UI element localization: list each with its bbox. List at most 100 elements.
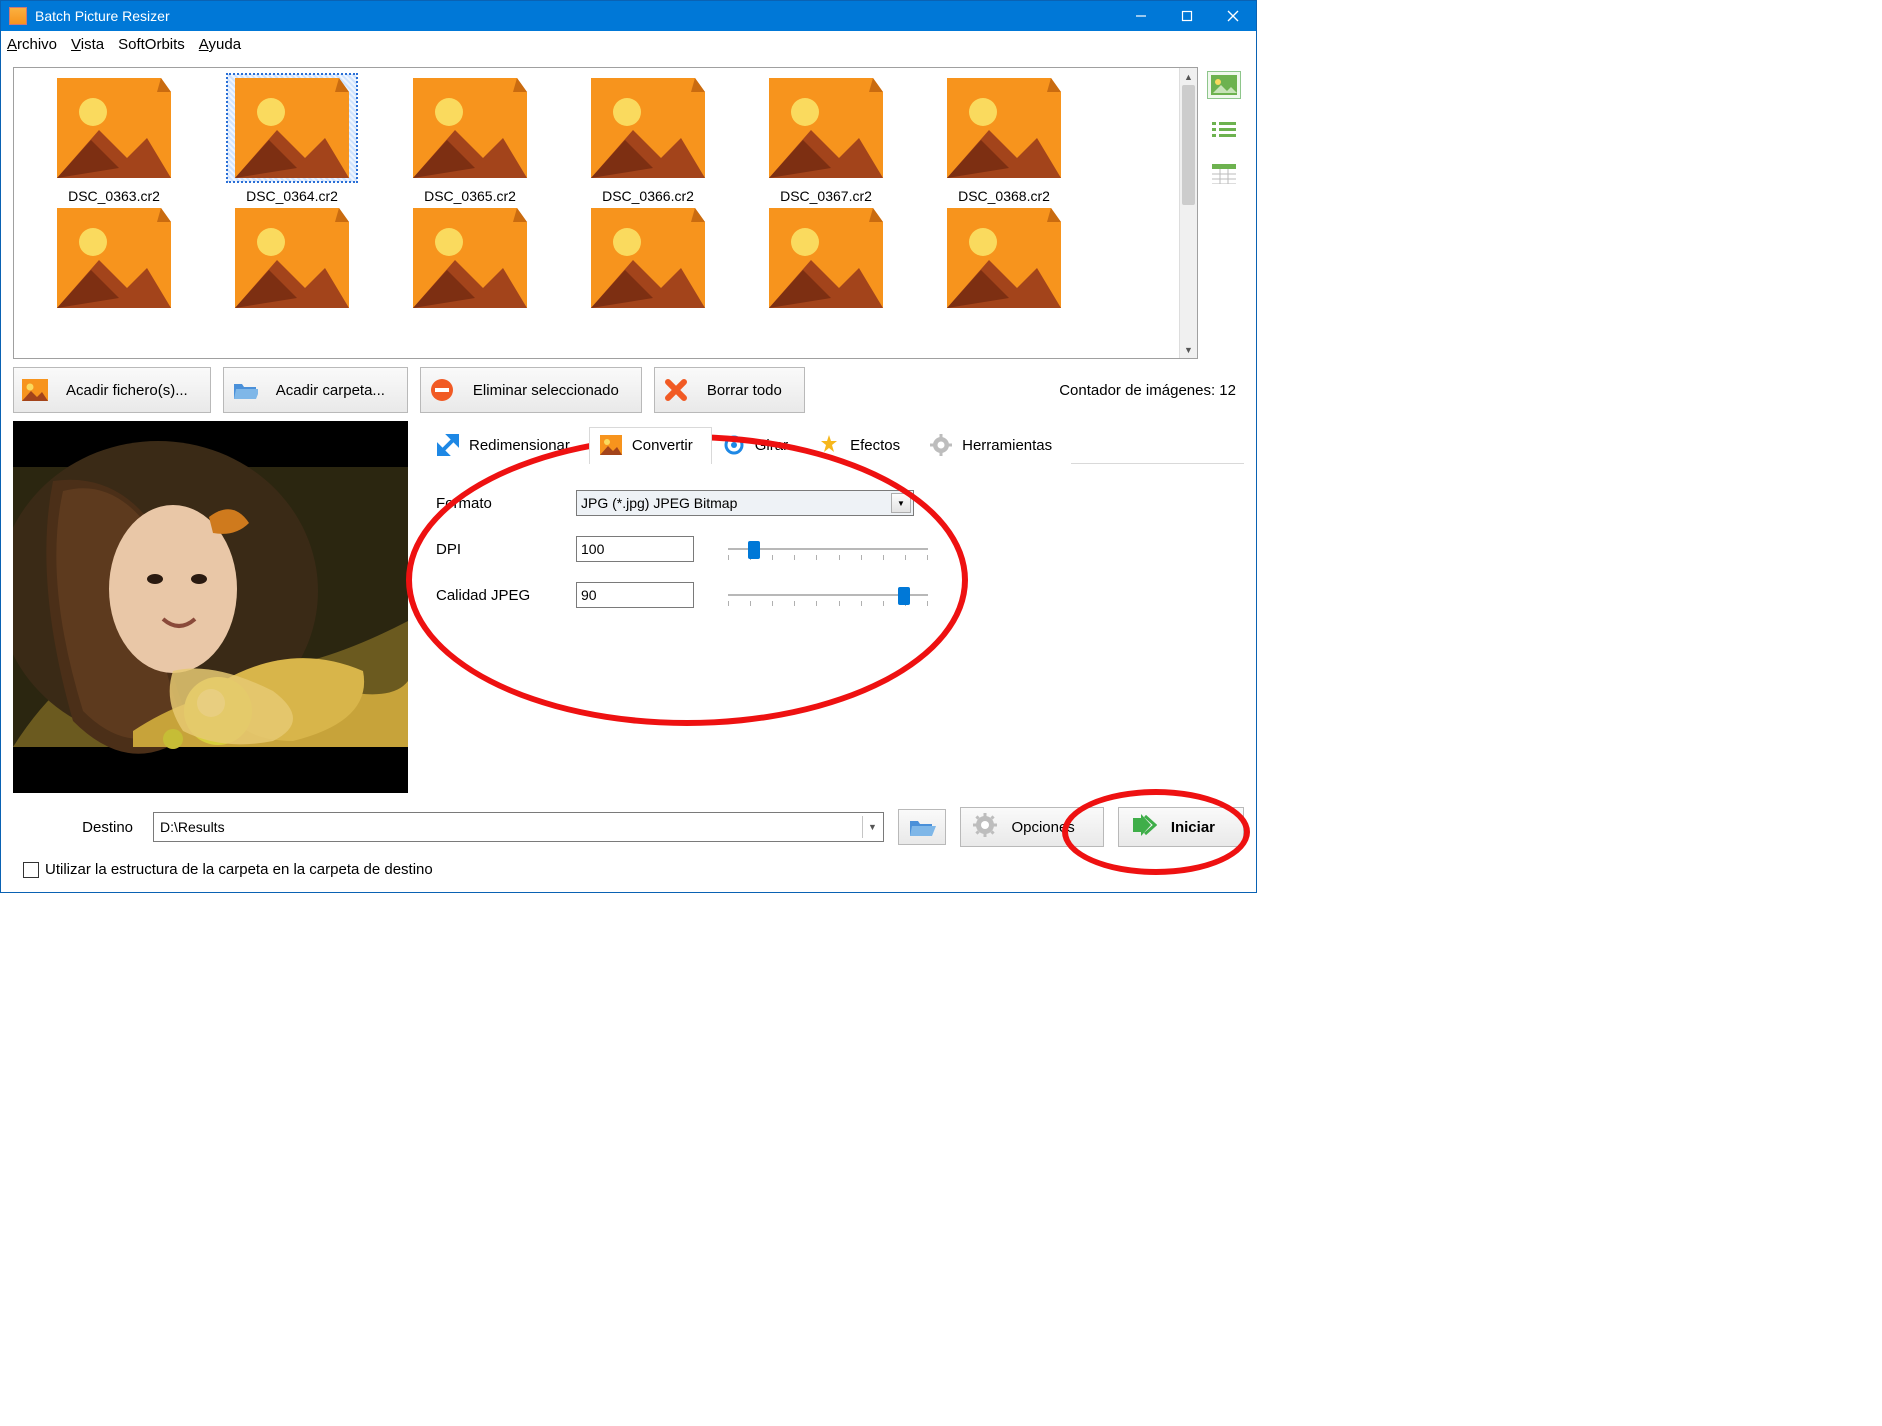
- thumbnail-item[interactable]: [568, 204, 728, 312]
- tab-tools[interactable]: Herramientas: [919, 427, 1071, 464]
- rotate-icon: [723, 434, 745, 456]
- close-button[interactable]: [1210, 1, 1256, 31]
- remove-selected-button[interactable]: Eliminar seleccionado: [420, 367, 642, 413]
- image-file-icon: [939, 204, 1069, 312]
- image-file-icon: [583, 204, 713, 312]
- options-label: Opciones: [1011, 819, 1074, 836]
- thumbnail-label: DSC_0364.cr2: [212, 188, 372, 204]
- folder-open-icon: [232, 378, 258, 402]
- thumbnail-item[interactable]: DSC_0368.cr2: [924, 74, 1084, 204]
- image-file-icon: [405, 204, 535, 312]
- thumbnail-label: DSC_0365.cr2: [390, 188, 550, 204]
- minimize-button[interactable]: [1118, 1, 1164, 31]
- titlebar[interactable]: Batch Picture Resizer: [1, 1, 1256, 31]
- image-file-icon: [405, 74, 535, 182]
- view-thumbnails-button[interactable]: [1207, 71, 1241, 99]
- thumbnail-item[interactable]: [390, 204, 550, 312]
- thumbnail-label: DSC_0368.cr2: [924, 188, 1084, 204]
- image-counter: Contador de imágenes: 12: [1059, 382, 1244, 399]
- view-details-button[interactable]: [1208, 161, 1240, 187]
- dest-value: D:\Results: [160, 819, 225, 835]
- view-list-button[interactable]: [1208, 117, 1240, 143]
- dpi-input[interactable]: 100: [576, 536, 694, 562]
- no-entry-icon: [429, 378, 455, 402]
- tab-rotate-label: Girar: [755, 437, 788, 454]
- chevron-down-icon: ▼: [891, 493, 911, 513]
- thumbnail-item[interactable]: DSC_0365.cr2: [390, 74, 550, 204]
- thumbnail-item[interactable]: DSC_0366.cr2: [568, 74, 728, 204]
- tab-convert[interactable]: Convertir: [589, 427, 712, 464]
- menu-archivo[interactable]: Archivo: [7, 36, 57, 53]
- add-files-label: Acadir fichero(s)...: [66, 382, 188, 399]
- format-label: Formato: [436, 495, 576, 512]
- thumbnail-item[interactable]: DSC_0367.cr2: [746, 74, 906, 204]
- clear-all-label: Borrar todo: [707, 382, 782, 399]
- quality-label: Calidad JPEG: [436, 587, 576, 604]
- picture-icon: [22, 378, 48, 402]
- maximize-button[interactable]: [1164, 1, 1210, 31]
- tab-effects[interactable]: Efectos: [807, 427, 919, 464]
- app-icon: [9, 7, 27, 25]
- thumbnail-item[interactable]: [34, 204, 194, 312]
- menu-softorbits[interactable]: SoftOrbits: [118, 36, 185, 53]
- use-folder-label: Utilizar la estructura de la carpeta en …: [45, 861, 433, 878]
- thumbnail-scrollbar[interactable]: ▲ ▼: [1179, 68, 1197, 358]
- dpi-label: DPI: [436, 541, 576, 558]
- thumbnail-label: DSC_0363.cr2: [34, 188, 194, 204]
- start-label: Iniciar: [1171, 819, 1215, 836]
- thumbnail-item[interactable]: [746, 204, 906, 312]
- tab-rotate[interactable]: Girar: [712, 427, 807, 464]
- quality-input[interactable]: 90: [576, 582, 694, 608]
- start-button[interactable]: Iniciar: [1118, 807, 1244, 847]
- tab-convert-label: Convertir: [632, 437, 693, 454]
- format-select[interactable]: JPG (*.jpg) JPEG Bitmap ▼: [576, 490, 914, 516]
- thumbnail-item[interactable]: DSC_0363.cr2: [34, 74, 194, 204]
- dest-combo[interactable]: D:\Results ▼: [153, 812, 884, 842]
- app-window: Batch Picture Resizer Archivo Vista Soft…: [0, 0, 1257, 893]
- window-title: Batch Picture Resizer: [35, 8, 170, 24]
- resize-icon: [437, 434, 459, 456]
- image-file-icon: [227, 74, 357, 182]
- x-icon: [663, 378, 689, 402]
- options-button[interactable]: Opciones: [960, 807, 1103, 847]
- image-file-icon: [49, 74, 179, 182]
- add-folder-button[interactable]: Acadir carpeta...: [223, 367, 408, 413]
- menu-ayuda[interactable]: Ayuda: [199, 36, 241, 53]
- image-file-icon: [761, 204, 891, 312]
- thumbnail-item[interactable]: [924, 204, 1084, 312]
- chevron-down-icon: ▼: [862, 816, 881, 838]
- thumbnail-list[interactable]: DSC_0363.cr2 DSC_0364.cr2 DSC_0365.cr2 D…: [13, 67, 1198, 359]
- thumbnail-item[interactable]: [212, 204, 372, 312]
- wand-icon: [818, 434, 840, 456]
- dest-label: Destino: [13, 819, 139, 836]
- gear-icon: [930, 434, 952, 456]
- play-icon: [1131, 814, 1157, 840]
- menubar: Archivo Vista SoftOrbits Ayuda: [1, 31, 1256, 57]
- tab-resize-label: Redimensionar: [469, 437, 570, 454]
- image-file-icon: [583, 74, 713, 182]
- tab-convert-panel: Formato JPG (*.jpg) JPEG Bitmap ▼ DPI 10…: [426, 464, 1244, 638]
- thumbnail-item[interactable]: DSC_0364.cr2: [212, 74, 372, 204]
- image-file-icon: [49, 204, 179, 312]
- thumbnail-label: DSC_0366.cr2: [568, 188, 728, 204]
- preview-pane: [13, 421, 408, 793]
- tab-effects-label: Efectos: [850, 437, 900, 454]
- add-files-button[interactable]: Acadir fichero(s)...: [13, 367, 211, 413]
- dpi-slider[interactable]: [728, 537, 928, 561]
- gear-icon: [973, 813, 997, 841]
- tab-resize[interactable]: Redimensionar: [426, 427, 589, 464]
- clear-all-button[interactable]: Borrar todo: [654, 367, 805, 413]
- quality-slider[interactable]: [728, 583, 928, 607]
- annotation-ellipse: [406, 434, 968, 726]
- image-file-icon: [761, 74, 891, 182]
- add-folder-label: Acadir carpeta...: [276, 382, 385, 399]
- browse-folder-button[interactable]: [898, 809, 946, 845]
- tab-tools-label: Herramientas: [962, 437, 1052, 454]
- picture-icon: [600, 434, 622, 456]
- format-value: JPG (*.jpg) JPEG Bitmap: [581, 495, 737, 511]
- tab-bar: Redimensionar Convertir Girar Efectos: [426, 421, 1244, 464]
- image-file-icon: [227, 204, 357, 312]
- image-file-icon: [939, 74, 1069, 182]
- menu-vista[interactable]: Vista: [71, 36, 104, 53]
- use-folder-checkbox[interactable]: [23, 862, 39, 878]
